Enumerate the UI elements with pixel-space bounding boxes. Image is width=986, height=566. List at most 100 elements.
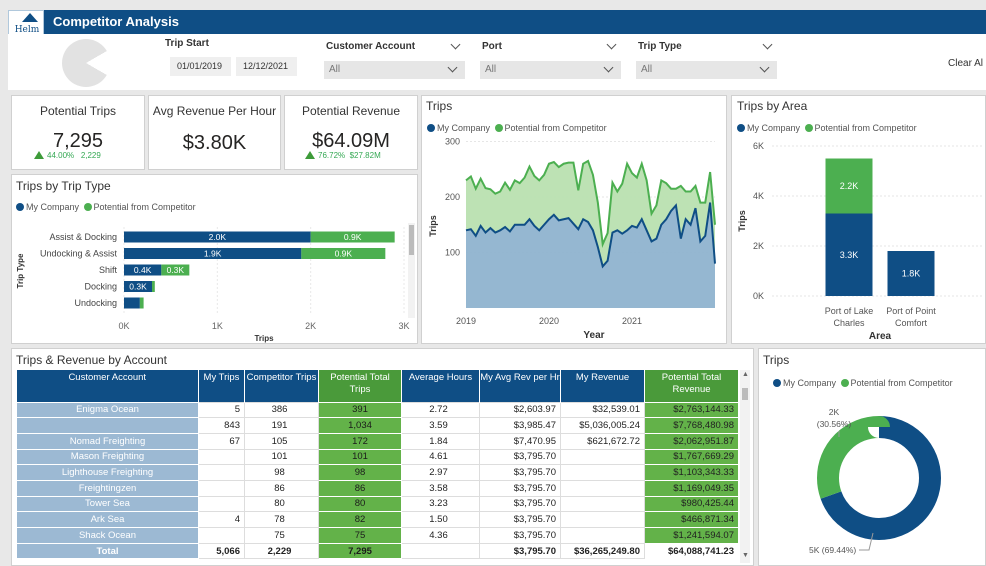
x-axis-title: Area (869, 331, 892, 342)
x-tick-label: 2021 (622, 316, 642, 326)
table-cell: $1,767,669.29 (644, 448, 739, 466)
y-tick-label: 2K (753, 241, 764, 251)
table-cell: 98 (318, 464, 402, 481)
slice-label: (30.56%) (817, 419, 852, 429)
customer-account-select[interactable]: All (324, 61, 465, 79)
data-label: 1.9K (204, 249, 222, 259)
trip-type-select[interactable]: All (636, 61, 777, 79)
table-cell: $3,795.70 (479, 479, 561, 497)
table-row[interactable]: Freightingzen 86 86 3.58 $3,795.70 $1,169,049… (16, 479, 739, 497)
table-cell: 4.61 (401, 448, 480, 466)
table-row[interactable]: Ark Sea 4 78 82 1.50 $3,795.70 $466,871.34 (16, 511, 739, 528)
trips-by-trip-type-card: Trips by Trip Type My Company Potential … (11, 174, 418, 344)
date-to-input[interactable]: 12/12/2021 (236, 57, 297, 76)
x-tick-label: 2K (305, 321, 316, 331)
scrollbar-thumb[interactable] (409, 225, 414, 255)
kpi-delta: 76.72% $27.82M (305, 151, 381, 160)
column-header[interactable]: Potential Total Trips (318, 370, 402, 402)
helm-logo: Helm (8, 10, 44, 36)
table-cell: $3,795.70 (479, 511, 561, 528)
date-from-input[interactable]: 01/01/2019 (170, 57, 231, 76)
table-cell: 1,034 (318, 417, 402, 434)
trip-type-label: Trip Type (638, 41, 682, 52)
kpi-delta: 44.00% 2,229 (34, 151, 101, 160)
table-cell: $1,241,594.07 (644, 527, 739, 544)
table-cell: $7,470.95 (479, 432, 561, 450)
table-cell: 98 (244, 464, 319, 481)
table-cell: 2,229 (244, 542, 319, 560)
table-row[interactable]: 843 191 1,034 3.59 $3,985.47 $5,036,005.24 $7,… (16, 417, 739, 434)
table-cell: 3.59 (401, 417, 480, 434)
category-label: Undocking & Assist (40, 249, 118, 259)
table-row[interactable]: Shack Ocean 75 75 4.36 $3,795.70 $1,241,594.0… (16, 527, 739, 544)
y-tick-label: 6K (753, 141, 764, 151)
scroll-down-icon[interactable]: ▼ (742, 552, 749, 559)
table-cell: 4 (198, 511, 245, 528)
scroll-up-icon[interactable]: ▲ (742, 371, 749, 378)
column-header[interactable]: Average Hours (401, 370, 480, 402)
table-cell: Total (16, 542, 199, 560)
table-cell: $3,795.70 (479, 464, 561, 481)
data-label: 1.8K (902, 269, 921, 279)
delta-pct: 76.72% (318, 151, 346, 160)
table-cell: $2,763,144.33 (644, 401, 739, 419)
table-cell: $3,985.47 (479, 417, 561, 434)
placeholder-logo (62, 39, 110, 87)
table-body: Enigma Ocean 5 386 391 2.72 $2,603.97 $32,539.… (16, 401, 739, 560)
y-tick-label: 200 (445, 192, 460, 202)
table-scrollbar[interactable]: ▲ ▼ (740, 370, 750, 563)
data-label: 2.0K (209, 232, 227, 242)
table-row[interactable]: Nomad Freighting 67 105 172 1.84 $7,470.95 $62… (16, 432, 739, 450)
data-label: 3.3K (840, 250, 859, 260)
table-cell: 1.50 (401, 511, 480, 528)
scrollbar-thumb[interactable] (742, 388, 748, 400)
table-row[interactable]: Lighthouse Freighting 98 98 2.97 $3,795.70 $1… (16, 464, 739, 481)
category-label: Docking (84, 282, 117, 292)
table-cell: Shack Ocean (16, 527, 199, 544)
clear-all-button[interactable]: Clear Al (948, 58, 983, 69)
table-cell: $64,088,741.23 (644, 542, 739, 560)
table-cell (198, 527, 245, 544)
table-cell (198, 479, 245, 497)
port-select[interactable]: All (480, 61, 621, 79)
helm-logo-icon (22, 13, 38, 22)
column-header[interactable]: My Trips (198, 370, 245, 402)
table-cell: Nomad Freighting (16, 432, 199, 450)
arrow-up-icon (34, 151, 44, 159)
table-cell: $1,169,049.35 (644, 479, 739, 497)
table-cell: $621,672.72 (560, 432, 645, 450)
table-cell: $3,795.70 (479, 448, 561, 466)
table-row[interactable]: Tower Sea 80 80 3.23 $3,795.70 $980,425.44 (16, 495, 739, 513)
table-row[interactable]: Mason Freighting 101 101 4.61 $3,795.70 $1,76… (16, 448, 739, 466)
slice-label: 5K (69.44%) (809, 545, 856, 555)
table-cell: 101 (244, 448, 319, 466)
column-header[interactable]: My Revenue (560, 370, 645, 402)
category-label: Port of Point (886, 306, 936, 316)
column-header[interactable]: Potential Total Revenue (644, 370, 739, 402)
table-cell: 86 (244, 479, 319, 497)
table-cell: $3,795.70 (479, 495, 561, 513)
category-label: Undocking (74, 298, 117, 308)
table-cell: $2,603.97 (479, 401, 561, 419)
table-cell: Mason Freighting (16, 448, 199, 466)
table-cell (560, 511, 645, 528)
data-label: 0.9K (344, 232, 362, 242)
scrollbar[interactable] (408, 223, 415, 318)
data-label: 0.9K (335, 249, 353, 259)
kpi-label: Potential Revenue (301, 104, 401, 118)
table-total-row[interactable]: Total 5,066 2,229 7,295 $3,795.70 $36,265,249… (16, 542, 739, 560)
column-header[interactable]: Competitor Trips (244, 370, 319, 402)
table-cell: $980,425.44 (644, 495, 739, 513)
table-cell: $1,103,343.33 (644, 464, 739, 481)
arrow-up-icon (305, 151, 315, 159)
table-cell: 391 (318, 401, 402, 419)
data-label: 0.4K (134, 265, 152, 275)
table-cell: 75 (318, 527, 402, 544)
table-cell: 4.36 (401, 527, 480, 544)
column-header[interactable]: My Avg Rev per Hr (479, 370, 561, 402)
column-header[interactable]: Customer Account (16, 370, 199, 402)
table-cell (198, 448, 245, 466)
table-row[interactable]: Enigma Ocean 5 386 391 2.72 $2,603.97 $32,539.… (16, 401, 739, 419)
table-cell: 386 (244, 401, 319, 419)
data-label: 2.2K (840, 181, 859, 191)
